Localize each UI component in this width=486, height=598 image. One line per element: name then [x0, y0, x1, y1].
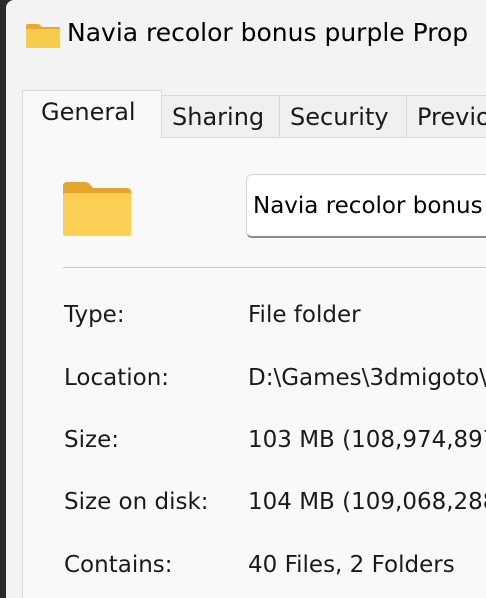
folder-name-input[interactable]: [246, 174, 486, 238]
tab-general[interactable]: General: [22, 90, 162, 138]
size-on-disk-label: Size on disk:: [64, 489, 209, 515]
tab-previous-versions[interactable]: Previo: [406, 95, 486, 137]
tab-strip: General Sharing Security Previo: [22, 90, 486, 138]
folder-icon: [63, 182, 131, 236]
properties-window: Navia recolor bonus purple Prop General …: [6, 0, 486, 598]
size-label: Size:: [64, 427, 119, 453]
tab-security[interactable]: Security: [279, 95, 407, 137]
tab-sharing[interactable]: Sharing: [161, 95, 280, 137]
location-label: Location:: [64, 365, 170, 391]
size-value: 103 MB (108,974,897: [248, 427, 486, 453]
type-value: File folder: [248, 302, 361, 328]
contains-value: 40 Files, 2 Folders: [248, 552, 455, 578]
folder-icon: [26, 24, 60, 48]
window-title: Navia recolor bonus purple Prop: [67, 18, 469, 47]
contains-label: Contains:: [64, 552, 173, 578]
location-value: D:\Games\3dmigoto\: [248, 365, 486, 391]
divider: [63, 267, 486, 268]
title-bar[interactable]: Navia recolor bonus purple Prop: [6, 0, 486, 80]
type-label: Type:: [64, 302, 125, 328]
size-on-disk-value: 104 MB (109,068,288: [248, 489, 486, 515]
